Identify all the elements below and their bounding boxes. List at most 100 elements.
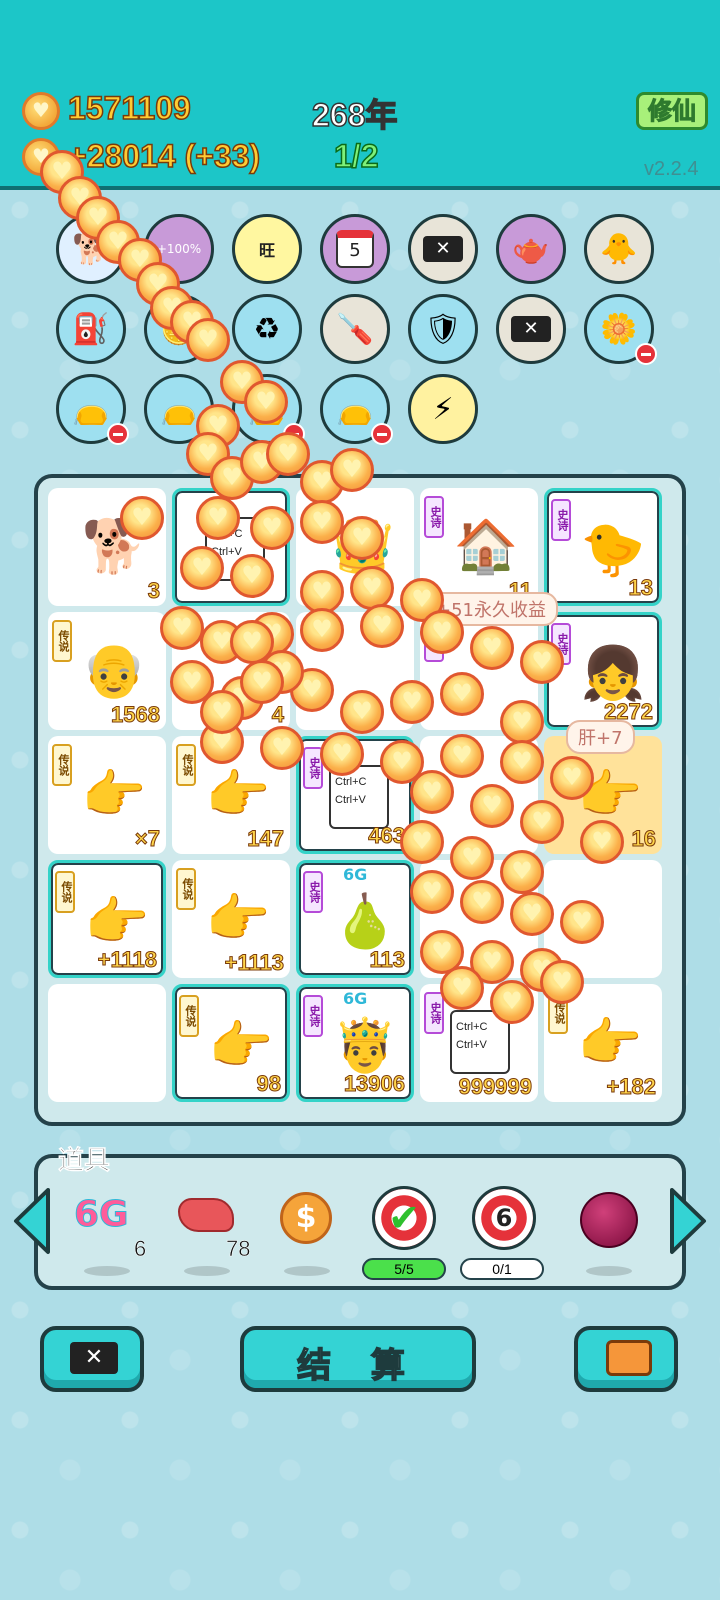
settle-button[interactable]: 结 算 <box>240 1326 476 1392</box>
rarity-tag: 史诗 <box>551 499 571 541</box>
remove-button[interactable]: ✕ <box>40 1326 144 1392</box>
tile-count: +1113 <box>224 950 284 976</box>
coin-icon <box>22 92 60 130</box>
top-bar: 1571109 +28014 (+33) 268年 1/2 修仙 v2.2.4 <box>0 0 720 190</box>
flying-coin <box>330 448 374 492</box>
rarity-tag: 史诗 <box>303 871 323 913</box>
ticket-x-icon-2[interactable]: ✕ <box>496 294 566 364</box>
6g-item[interactable]: 6G 6 <box>64 1180 154 1290</box>
flying-coin <box>240 660 284 704</box>
flying-coin <box>550 756 594 800</box>
x-mark: ✕ <box>511 316 551 342</box>
ctrl-c-label: Ctrl+C <box>456 1021 488 1033</box>
tile-count: 13906 <box>343 1071 405 1097</box>
ctrl-v-label: Ctrl+V <box>335 794 366 806</box>
flying-coin <box>520 800 564 844</box>
scroll-left-button[interactable] <box>12 1186 52 1256</box>
board-tile[interactable]: 传说 👉 ×7 <box>48 736 166 854</box>
calendar-day: 5 <box>336 230 374 268</box>
ticket-x-icon: ✕ <box>70 1342 118 1374</box>
bag-icon-4[interactable]: 👝 <box>320 374 393 445</box>
pump-icon[interactable]: ⛽ <box>56 294 126 364</box>
tile-count: 13 <box>628 575 654 601</box>
minus-badge <box>107 423 129 445</box>
item-shadow <box>84 1266 130 1276</box>
recycle-bag-icon[interactable]: ♻ <box>232 294 302 364</box>
flying-coin <box>500 740 544 784</box>
minus-badge <box>635 343 657 365</box>
6g-label: 6G <box>74 1194 130 1236</box>
hand-icon: 👉 <box>81 764 147 825</box>
flying-coin <box>440 966 484 1010</box>
flying-coin <box>470 626 514 670</box>
tile-count: 1568 <box>111 702 161 728</box>
flying-coin <box>410 770 454 814</box>
flying-coin <box>390 680 434 724</box>
dollar-coin-item[interactable]: $ <box>264 1180 354 1290</box>
flower-pot-icon[interactable]: 🌼 <box>584 294 657 365</box>
flying-coin <box>350 566 394 610</box>
wang-grid-icon[interactable]: 旺 <box>232 214 302 284</box>
target-six-item[interactable]: 6 0/1 <box>460 1180 556 1290</box>
tile-count: 999999 <box>458 1074 532 1100</box>
bucket-bonus-label: +100% <box>156 242 202 256</box>
rarity-tag: 传说 <box>52 744 72 786</box>
flying-coin <box>196 496 240 540</box>
income-rate: +28014 (+33) <box>67 137 261 175</box>
board-tile[interactable]: 传说 👉 +1118 <box>48 860 166 978</box>
check-progress: 5/5 <box>362 1258 446 1280</box>
flying-coin <box>120 496 164 540</box>
flying-coin <box>200 690 244 734</box>
tile-count: 147 <box>247 826 285 852</box>
minus-badge <box>371 423 393 445</box>
briefcase-icon <box>606 1340 652 1376</box>
flying-coin <box>230 554 274 598</box>
stage-counter: 1/2 <box>333 137 379 175</box>
lightning-icon[interactable]: ⚡ <box>408 374 478 444</box>
chick-egg-icon[interactable]: 🐥 <box>584 214 654 284</box>
check-target-item[interactable]: ✔ 5/5 <box>362 1180 456 1290</box>
ticket-x-icon[interactable]: ✕ <box>408 214 478 284</box>
flying-coin <box>340 516 384 560</box>
flying-coin <box>300 500 344 544</box>
tile-count: 4 <box>271 702 284 728</box>
scroll-right-button[interactable] <box>668 1186 708 1256</box>
board-tile[interactable]: 传说 👉 +1113 <box>172 860 290 978</box>
rarity-tag: 史诗 <box>303 995 323 1037</box>
screwdriver-icon[interactable]: 🪛 <box>320 294 390 364</box>
flying-coin <box>500 700 544 744</box>
flying-coin <box>440 672 484 716</box>
shield-wrench-icon[interactable]: 🛡 <box>408 294 478 364</box>
flying-coin <box>360 604 404 648</box>
flying-coin <box>180 546 224 590</box>
flying-coin <box>160 606 204 650</box>
gravy-boat-icon[interactable]: 🫖 <box>496 214 566 284</box>
tile-count: +1118 <box>97 947 157 973</box>
flying-coin <box>186 318 230 362</box>
wang-label: 旺 <box>258 241 275 260</box>
board-tile[interactable]: 史诗 🐤 13 <box>544 488 662 606</box>
lychee-item[interactable] <box>566 1180 656 1290</box>
dollar-icon: $ <box>280 1192 332 1244</box>
item-shadow <box>586 1266 632 1276</box>
liver-item[interactable]: 78 <box>164 1180 254 1290</box>
flying-coin <box>470 784 514 828</box>
flying-coin <box>580 820 624 864</box>
x-mark: ✕ <box>423 236 463 262</box>
board-tile[interactable]: 传说 👉 98 <box>172 984 290 1102</box>
coin-total: 1571109 <box>67 89 191 127</box>
flying-coin <box>440 734 484 778</box>
flying-coin <box>250 506 294 550</box>
board-tile[interactable] <box>48 984 166 1102</box>
rarity-tag: 传说 <box>179 995 199 1037</box>
xiuxian-button[interactable]: 修仙 <box>636 92 708 130</box>
flying-coin <box>510 892 554 936</box>
flying-coin <box>320 732 364 776</box>
board-tile[interactable]: 史诗 6G 🤴 13906 <box>296 984 414 1102</box>
board-tile[interactable]: 史诗 6G 🍐 113 <box>296 860 414 978</box>
briefcase-button[interactable] <box>574 1326 678 1392</box>
bag-icon[interactable]: 👝 <box>56 374 129 445</box>
calendar-icon[interactable]: 5 <box>320 214 390 284</box>
tile-count: +182 <box>606 1074 657 1100</box>
board-tile[interactable]: 传说 👴 1568 <box>48 612 166 730</box>
